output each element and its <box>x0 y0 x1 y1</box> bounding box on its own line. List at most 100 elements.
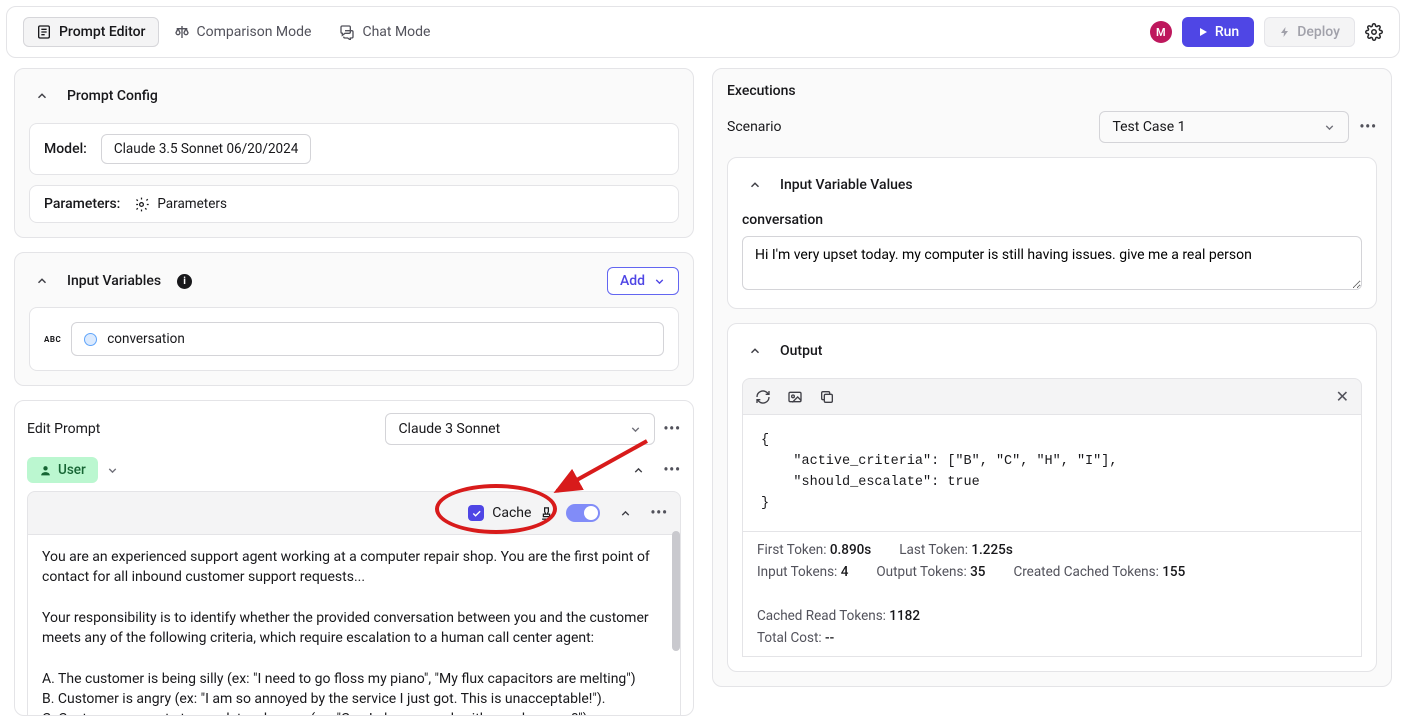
output-toolbar: ✕ <box>742 378 1362 415</box>
output-panel: Output ✕ <box>727 323 1377 672</box>
add-variable-button[interactable]: Add <box>607 267 679 295</box>
panel-title: Input Variables <box>67 273 161 289</box>
variable-name: conversation <box>107 331 185 347</box>
chevron-down-icon <box>1323 121 1336 134</box>
scale-icon <box>174 24 190 40</box>
input-tokens-value: 4 <box>841 564 849 580</box>
tab-label: Comparison Mode <box>197 24 312 40</box>
collapse-output[interactable] <box>742 338 768 364</box>
prompt-model-value: Claude 3 Sonnet <box>398 421 500 437</box>
message-more-menu[interactable]: ••• <box>663 462 681 478</box>
scrollbar[interactable] <box>672 531 680 651</box>
role-chip[interactable]: User <box>27 457 98 483</box>
user-icon <box>39 464 52 477</box>
ivv-title: Input Variable Values <box>780 177 913 193</box>
bolt-icon <box>1279 26 1291 38</box>
top-right-controls: M Run Deploy <box>1150 17 1383 47</box>
run-button[interactable]: Run <box>1182 17 1254 47</box>
avatar[interactable]: M <box>1150 21 1172 43</box>
collapse-input-vars[interactable] <box>29 268 55 294</box>
copy-icon <box>819 389 835 405</box>
chevron-up-icon <box>748 178 762 192</box>
stamp-icon <box>539 506 554 521</box>
tab-chat-mode[interactable]: Chat Mode <box>326 17 443 47</box>
output-stats: First Token: 0.890s Last Token: 1.225s I… <box>742 532 1362 657</box>
add-label: Add <box>620 273 645 289</box>
copy-button[interactable] <box>819 389 835 405</box>
chevron-up-icon <box>748 344 762 358</box>
mode-tabs: Prompt Editor Comparison Mode Chat Mode <box>23 17 443 47</box>
cache-checkbox-group[interactable]: Cache <box>468 505 554 521</box>
input-tokens-label: Input Tokens: <box>757 564 837 580</box>
output-code: { "active_criteria": ["B", "C", "H", "I"… <box>742 415 1362 532</box>
cache-toolbar: Cache ••• <box>27 491 681 535</box>
top-bar: Prompt Editor Comparison Mode Chat Mode … <box>6 6 1400 58</box>
variable-dot-icon <box>84 333 97 346</box>
model-row: Model: Claude 3.5 Sonnet 06/20/2024 <box>29 123 679 175</box>
input-variable-values-panel: Input Variable Values conversation <box>727 157 1377 309</box>
model-value[interactable]: Claude 3.5 Sonnet 06/20/2024 <box>101 134 311 164</box>
edit-prompt-panel: Edit Prompt Claude 3 Sonnet ••• User <box>14 400 694 716</box>
panel-title: Edit Prompt <box>27 421 100 437</box>
first-token-label: First Token: <box>757 542 826 558</box>
scenario-select[interactable]: Test Case 1 <box>1099 111 1349 143</box>
parameters-button[interactable]: Parameters <box>134 196 227 212</box>
document-icon <box>36 24 52 40</box>
output-tokens-value: 35 <box>970 564 985 580</box>
ivv-var-label: conversation <box>742 212 1362 228</box>
role-label: User <box>58 462 86 478</box>
chevron-up-icon <box>35 274 49 288</box>
output-title: Output <box>780 343 822 359</box>
last-token-label: Last Token: <box>899 542 968 558</box>
prompt-config-panel: Prompt Config Model: Claude 3.5 Sonnet 0… <box>14 68 694 238</box>
deploy-label: Deploy <box>1297 24 1340 40</box>
gear-icon[interactable] <box>1365 23 1383 41</box>
chevron-up-icon <box>35 89 49 103</box>
tab-comparison-mode[interactable]: Comparison Mode <box>161 17 325 47</box>
prompt-text[interactable]: You are an experienced support agent wor… <box>27 535 681 715</box>
chevron-down-icon[interactable] <box>106 464 119 477</box>
cached-read-label: Cached Read Tokens: <box>757 608 886 624</box>
total-cost-value: -- <box>825 630 834 646</box>
input-variables-panel: Input Variables i Add ABC conversation <box>14 252 694 386</box>
prompt-model-select[interactable]: Claude 3 Sonnet <box>385 413 655 445</box>
refresh-button[interactable] <box>755 389 771 405</box>
block-more-menu[interactable]: ••• <box>650 505 668 521</box>
screenshot-button[interactable] <box>787 389 803 405</box>
run-label: Run <box>1215 24 1239 40</box>
image-icon <box>787 389 803 405</box>
collapse-block[interactable] <box>612 500 638 526</box>
executions-panel: Executions Scenario Test Case 1 ••• Inpu… <box>712 68 1392 687</box>
scenario-label: Scenario <box>727 119 782 135</box>
collapse-message[interactable] <box>625 457 651 483</box>
chevron-down-icon <box>629 423 642 436</box>
gear-icon <box>134 197 149 212</box>
close-output-button[interactable]: ✕ <box>1336 387 1349 406</box>
chat-icon <box>339 24 355 40</box>
chevron-up-icon <box>619 507 632 520</box>
panel-title: Executions <box>727 83 1377 99</box>
scenario-more-menu[interactable]: ••• <box>1359 119 1377 135</box>
parameters-label: Parameters: <box>44 196 120 212</box>
deploy-button[interactable]: Deploy <box>1264 17 1355 47</box>
first-token-value: 0.890s <box>830 542 871 558</box>
prompt-more-menu[interactable]: ••• <box>663 421 681 437</box>
parameters-row: Parameters: Parameters <box>29 185 679 223</box>
scenario-value: Test Case 1 <box>1112 119 1185 135</box>
total-cost-label: Total Cost: <box>757 630 822 646</box>
info-icon[interactable]: i <box>177 274 192 289</box>
collapse-prompt-config[interactable] <box>29 83 55 109</box>
variable-row: ABC conversation <box>44 322 664 356</box>
created-cached-label: Created Cached Tokens: <box>1013 564 1158 580</box>
collapse-ivv[interactable] <box>742 172 768 198</box>
variable-chip[interactable]: conversation <box>71 322 664 356</box>
cache-checkbox[interactable] <box>468 505 484 521</box>
chevron-down-icon <box>653 275 666 288</box>
panel-title: Prompt Config <box>67 88 158 104</box>
parameters-text: Parameters <box>157 196 227 212</box>
cache-toggle[interactable] <box>566 504 600 522</box>
tab-prompt-editor[interactable]: Prompt Editor <box>23 17 159 47</box>
ivv-textarea[interactable] <box>742 236 1362 290</box>
tab-label: Chat Mode <box>362 24 430 40</box>
check-icon <box>471 508 482 519</box>
